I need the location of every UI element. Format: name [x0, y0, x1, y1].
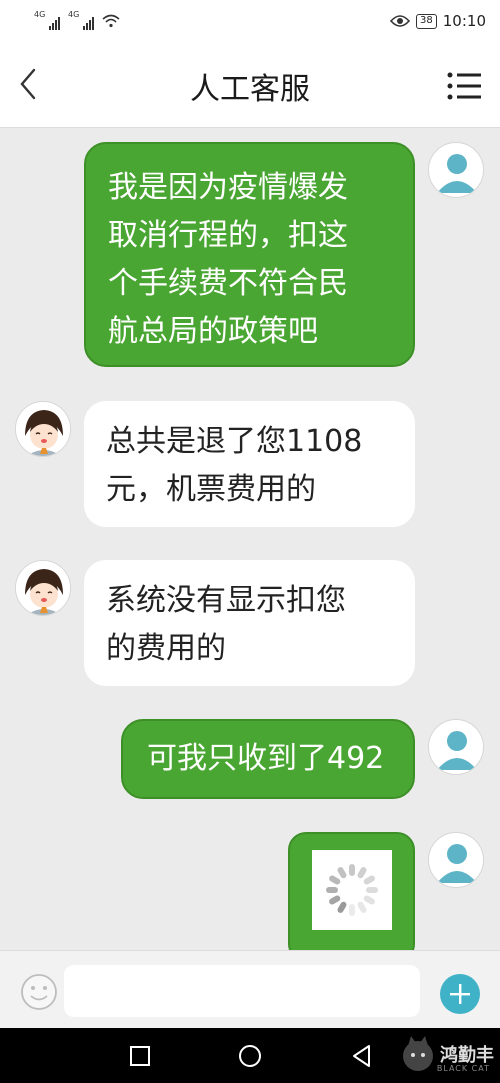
watermark-subtext: BLACK CAT	[436, 1064, 490, 1073]
signal-type-label: 4G	[34, 10, 46, 19]
outgoing-image-bubble[interactable]	[288, 832, 415, 950]
agent-avatar[interactable]	[15, 560, 71, 616]
wifi-icon	[102, 14, 120, 28]
message-line: 取消行程的，扣这	[108, 218, 348, 253]
status-bar: 4G 4G 38 10:10	[0, 0, 500, 42]
message-line: 总共是退了您1108	[106, 424, 363, 459]
message-line: 我是因为疫情爆发	[108, 170, 348, 205]
system-navigation-bar: 鸿勤丰 BLACK CAT	[0, 1028, 500, 1083]
black-cat-logo	[403, 1036, 433, 1071]
add-attachment-button[interactable]	[440, 974, 480, 1014]
incoming-message-bubble[interactable]: 系统没有显示扣您 的费用的	[84, 560, 415, 686]
cellular-signal-icon: 4G	[34, 10, 60, 30]
message-line: 航总局的政策吧	[108, 314, 318, 349]
plus-icon	[450, 984, 470, 1004]
back-triangle-icon[interactable]	[348, 1042, 376, 1070]
agent-avatar-icon	[16, 561, 70, 615]
chat-message-list[interactable]: 我是因为疫情爆发 取消行程的，扣这 个手续费不符合民 航总局的政策吧 总共是退了…	[0, 128, 500, 950]
input-bar	[0, 950, 500, 1028]
status-left: 4G 4G	[34, 10, 120, 30]
agent-avatar-icon	[16, 402, 70, 456]
message-line: 个手续费不符合民	[108, 266, 348, 301]
header: 人工客服	[0, 42, 500, 128]
outgoing-message-bubble[interactable]: 可我只收到了492	[121, 719, 415, 799]
eye-comfort-icon	[390, 15, 411, 27]
page-title: 人工客服	[190, 72, 310, 107]
user-avatar-icon	[437, 731, 477, 770]
message-line: 可我只收到了492	[147, 741, 385, 776]
signal-type-label-2: 4G	[68, 10, 80, 19]
emoji-icon[interactable]	[20, 973, 58, 1011]
clock: 10:10	[442, 12, 486, 30]
menu-list-icon[interactable]	[446, 70, 482, 102]
message-line: 元，机票费用的	[106, 472, 316, 507]
user-avatar[interactable]	[428, 719, 484, 775]
home-icon[interactable]	[236, 1042, 264, 1070]
user-avatar-icon	[437, 154, 477, 193]
status-right: 38 10:10	[390, 12, 486, 30]
cellular-signal-icon-2: 4G	[68, 10, 94, 30]
message-input[interactable]	[64, 965, 420, 1017]
incoming-message-bubble[interactable]: 总共是退了您1108 元，机票费用的	[84, 401, 415, 527]
image-placeholder	[312, 850, 392, 930]
recent-apps-icon[interactable]	[126, 1042, 154, 1070]
user-avatar-icon	[437, 844, 477, 883]
user-avatar[interactable]	[428, 142, 484, 198]
user-avatar[interactable]	[428, 832, 484, 888]
message-line: 的费用的	[106, 631, 226, 666]
battery-icon: 38	[416, 13, 437, 29]
message-line: 系统没有显示扣您	[106, 583, 346, 618]
watermark: 鸿勤丰 BLACK CAT	[400, 1034, 494, 1074]
outgoing-message-bubble[interactable]: 我是因为疫情爆发 取消行程的，扣这 个手续费不符合民 航总局的政策吧	[84, 142, 415, 367]
loading-spinner-icon	[326, 864, 378, 916]
agent-avatar[interactable]	[15, 401, 71, 457]
